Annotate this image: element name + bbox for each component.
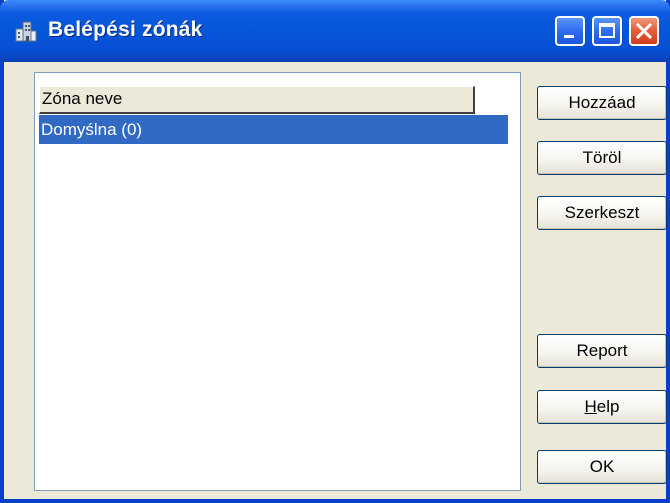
minimize-button[interactable] [555, 16, 585, 46]
maximize-button[interactable] [592, 16, 622, 46]
dialog-window: Belépési zónák Zóna neve Domyślna (0) Ho… [0, 0, 670, 503]
zone-building-icon [15, 21, 37, 42]
column-header-zone-name[interactable]: Zóna neve [39, 86, 475, 114]
title-bar[interactable]: Belépési zónák [0, 0, 670, 62]
zone-list[interactable]: Zóna neve Domyślna (0) [34, 72, 521, 491]
help-mnemonic: H [584, 397, 597, 416]
help-button[interactable]: Help [537, 390, 667, 424]
delete-button[interactable]: Töröl [537, 141, 667, 175]
ok-button[interactable]: OK [537, 450, 667, 484]
help-label-rest: elp [596, 397, 620, 416]
minimize-icon [564, 35, 574, 38]
edit-button[interactable]: Szerkeszt [537, 196, 667, 230]
list-item[interactable]: Domyślna (0) [39, 115, 508, 144]
report-button[interactable]: Report [537, 334, 667, 368]
close-button[interactable] [629, 16, 659, 46]
maximize-icon [599, 23, 615, 38]
window-title: Belépési zónák [48, 18, 203, 41]
close-icon [635, 22, 653, 40]
add-button[interactable]: Hozzáad [537, 86, 667, 120]
